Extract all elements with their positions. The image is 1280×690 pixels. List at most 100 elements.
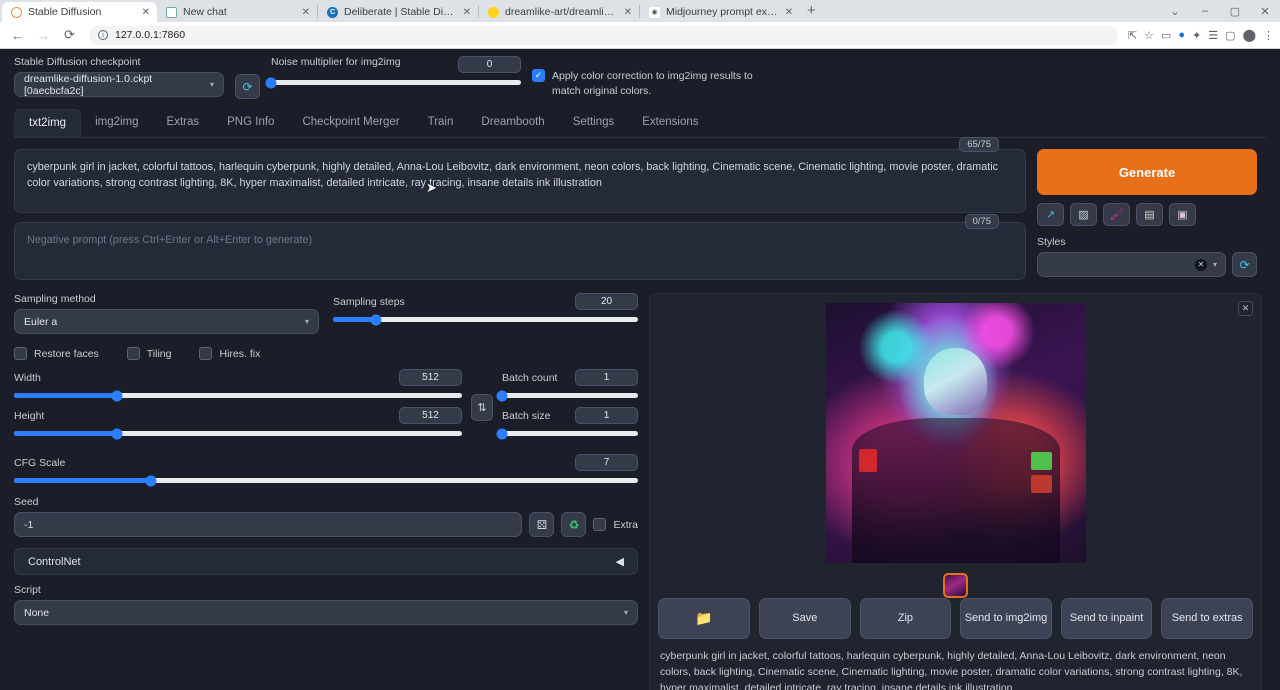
address-bar[interactable]: i 127.0.0.1:7860 [89, 26, 1118, 45]
kebab-menu-icon[interactable]: ⋮ [1263, 29, 1274, 42]
browser-tab-0[interactable]: Stable Diffusion ✕ [2, 2, 157, 22]
checkpoint-select[interactable]: dreamlike-diffusion-1.0.ckpt [0aecbcfa2c… [14, 72, 224, 97]
recycle-icon[interactable]: ♻ [561, 512, 586, 537]
dice-icon[interactable]: ⚄ [529, 512, 554, 537]
zip-button[interactable]: Zip [860, 598, 952, 639]
restore-faces-checkbox[interactable]: Restore faces [14, 347, 99, 360]
script-select[interactable]: None ▾ [14, 600, 638, 625]
browser-tab-4[interactable]: ◉ Midjourney prompt examples : L ✕ [640, 2, 800, 22]
color-correction-label: Apply color correction to img2img result… [552, 69, 762, 99]
refresh-icon[interactable]: ⟳ [235, 74, 260, 99]
controlnet-label: ControlNet [28, 556, 81, 568]
tab-train[interactable]: Train [414, 109, 468, 137]
clipboard-icon[interactable]: ▤ [1136, 203, 1163, 226]
open-folder-button[interactable]: 📁 [658, 598, 750, 639]
width-slider[interactable] [14, 389, 462, 402]
tab-close-icon[interactable]: ✕ [784, 7, 794, 18]
chevron-down-icon: ▾ [1213, 260, 1217, 269]
cast-icon[interactable]: ▭ [1161, 29, 1171, 42]
color-correction-checkbox[interactable] [532, 69, 545, 82]
send-to-extras-button[interactable]: Send to extras [1161, 598, 1253, 639]
send-to-inpaint-button[interactable]: Send to inpaint [1061, 598, 1153, 639]
prompt-input[interactable]: cyberpunk girl in jacket, colorful tatto… [14, 149, 1026, 213]
minimize-group-icon[interactable]: ⌄ [1160, 0, 1190, 22]
arrow-up-icon[interactable]: ↗ [1037, 203, 1064, 226]
save-button[interactable]: Save [759, 598, 851, 639]
script-value: None [24, 607, 49, 619]
share-icon[interactable]: ⇱ [1128, 29, 1137, 42]
height-input[interactable]: 512 [399, 407, 462, 424]
cfg-scale-slider[interactable] [14, 474, 638, 487]
tab-close-icon[interactable]: ✕ [623, 7, 633, 18]
tab-checkpoint-merger[interactable]: Checkpoint Merger [288, 109, 413, 137]
width-input[interactable]: 512 [399, 369, 462, 386]
profile-avatar-icon[interactable]: ⬤ [1243, 28, 1256, 42]
batch-count-input[interactable]: 1 [575, 369, 638, 386]
seed-input[interactable]: -1 [14, 512, 522, 537]
sidepanel-icon[interactable]: ▢ [1225, 29, 1235, 42]
chatgpt-icon [166, 7, 177, 18]
negative-prompt-input[interactable]: Negative prompt (press Ctrl+Enter or Alt… [14, 222, 1026, 280]
sampling-steps-input[interactable]: 20 [575, 293, 638, 310]
extra-checkbox[interactable]: Extra [593, 518, 638, 531]
new-tab-button[interactable]: + [800, 2, 823, 21]
site-info-icon[interactable]: i [98, 30, 108, 40]
sampling-method-select[interactable]: Euler a ▾ [14, 309, 319, 334]
tab-settings[interactable]: Settings [559, 109, 629, 137]
batch-size-slider[interactable] [502, 427, 638, 440]
cfg-scale-input[interactable]: 7 [575, 454, 638, 471]
forward-icon[interactable]: → [32, 24, 55, 47]
tab-extensions[interactable]: Extensions [628, 109, 712, 137]
mouse-cursor: ➤ [426, 180, 437, 196]
browser-tab-3[interactable]: dreamlike-art/dreamlike-diffusio ✕ [479, 2, 639, 22]
back-icon[interactable]: ← [6, 24, 29, 47]
styles-select[interactable]: ✕ ▾ [1037, 252, 1226, 277]
reload-icon[interactable]: ⟳ [58, 24, 81, 47]
close-window-icon[interactable]: ✕ [1250, 0, 1280, 22]
close-gallery-icon[interactable]: ✕ [1238, 301, 1253, 316]
refresh-styles-icon[interactable]: ⟳ [1232, 252, 1257, 277]
sampling-method-group: Sampling method Euler a ▾ [14, 293, 319, 334]
app-topbar: Stable Diffusion checkpoint dreamlike-di… [14, 56, 1266, 99]
puzzle-extension-icon[interactable]: ✦ [1192, 29, 1201, 42]
tab-extras[interactable]: Extras [153, 109, 214, 137]
height-slider[interactable] [14, 427, 462, 440]
generate-button[interactable]: Generate [1037, 149, 1257, 195]
reddit-icon: ◉ [649, 7, 660, 18]
tab-close-icon[interactable]: ✕ [462, 7, 472, 18]
batch-size-input[interactable]: 1 [575, 407, 638, 424]
tab-dreambooth[interactable]: Dreambooth [467, 109, 558, 137]
batch-count-slider[interactable] [502, 389, 638, 402]
noise-slider[interactable] [271, 76, 521, 89]
send-to-img2img-button[interactable]: Send to img2img [960, 598, 1052, 639]
generated-image[interactable] [826, 303, 1086, 563]
main-tabs: txt2img img2img Extras PNG Info Checkpoi… [14, 109, 1266, 138]
bookmark-star-icon[interactable]: ☆ [1144, 29, 1154, 42]
maximize-icon[interactable]: ▢ [1220, 0, 1250, 22]
tab-close-icon[interactable]: ✕ [141, 7, 151, 18]
color-correction-group[interactable]: Apply color correction to img2img result… [532, 56, 762, 99]
checkbox-box [127, 347, 140, 360]
extension-blue-icon[interactable]: ● [1178, 29, 1185, 41]
noise-value-input[interactable]: 0 [458, 56, 521, 73]
save-style-icon[interactable]: ▣ [1169, 203, 1196, 226]
tiling-checkbox[interactable]: Tiling [127, 347, 172, 360]
sampling-steps-slider[interactable] [333, 313, 638, 326]
tab-close-icon[interactable]: ✕ [301, 7, 311, 18]
hires-fix-checkbox[interactable]: Hires. fix [199, 347, 260, 360]
trash-icon[interactable]: ▨ [1070, 203, 1097, 226]
playlist-icon[interactable]: ☰ [1208, 29, 1218, 42]
paintbrush-icon[interactable]: 🖌 [1103, 203, 1130, 226]
minimize-icon[interactable]: – [1190, 0, 1220, 22]
address-text: 127.0.0.1:7860 [115, 29, 185, 41]
swap-dimensions-icon[interactable]: ⇅ [471, 394, 493, 421]
clear-x-icon[interactable]: ✕ [1195, 259, 1207, 271]
chevron-down-icon: ▾ [624, 608, 628, 617]
controlnet-accordion[interactable]: ControlNet ◀ [14, 548, 638, 575]
tab-png-info[interactable]: PNG Info [213, 109, 288, 137]
tab-img2img[interactable]: img2img [81, 109, 152, 137]
tab-txt2img[interactable]: txt2img [14, 109, 81, 137]
browser-tab-2[interactable]: C Deliberate | Stable Diffusion Che ✕ [318, 2, 478, 22]
generated-thumbnail[interactable] [943, 573, 968, 598]
browser-tab-1[interactable]: New chat ✕ [157, 2, 317, 22]
